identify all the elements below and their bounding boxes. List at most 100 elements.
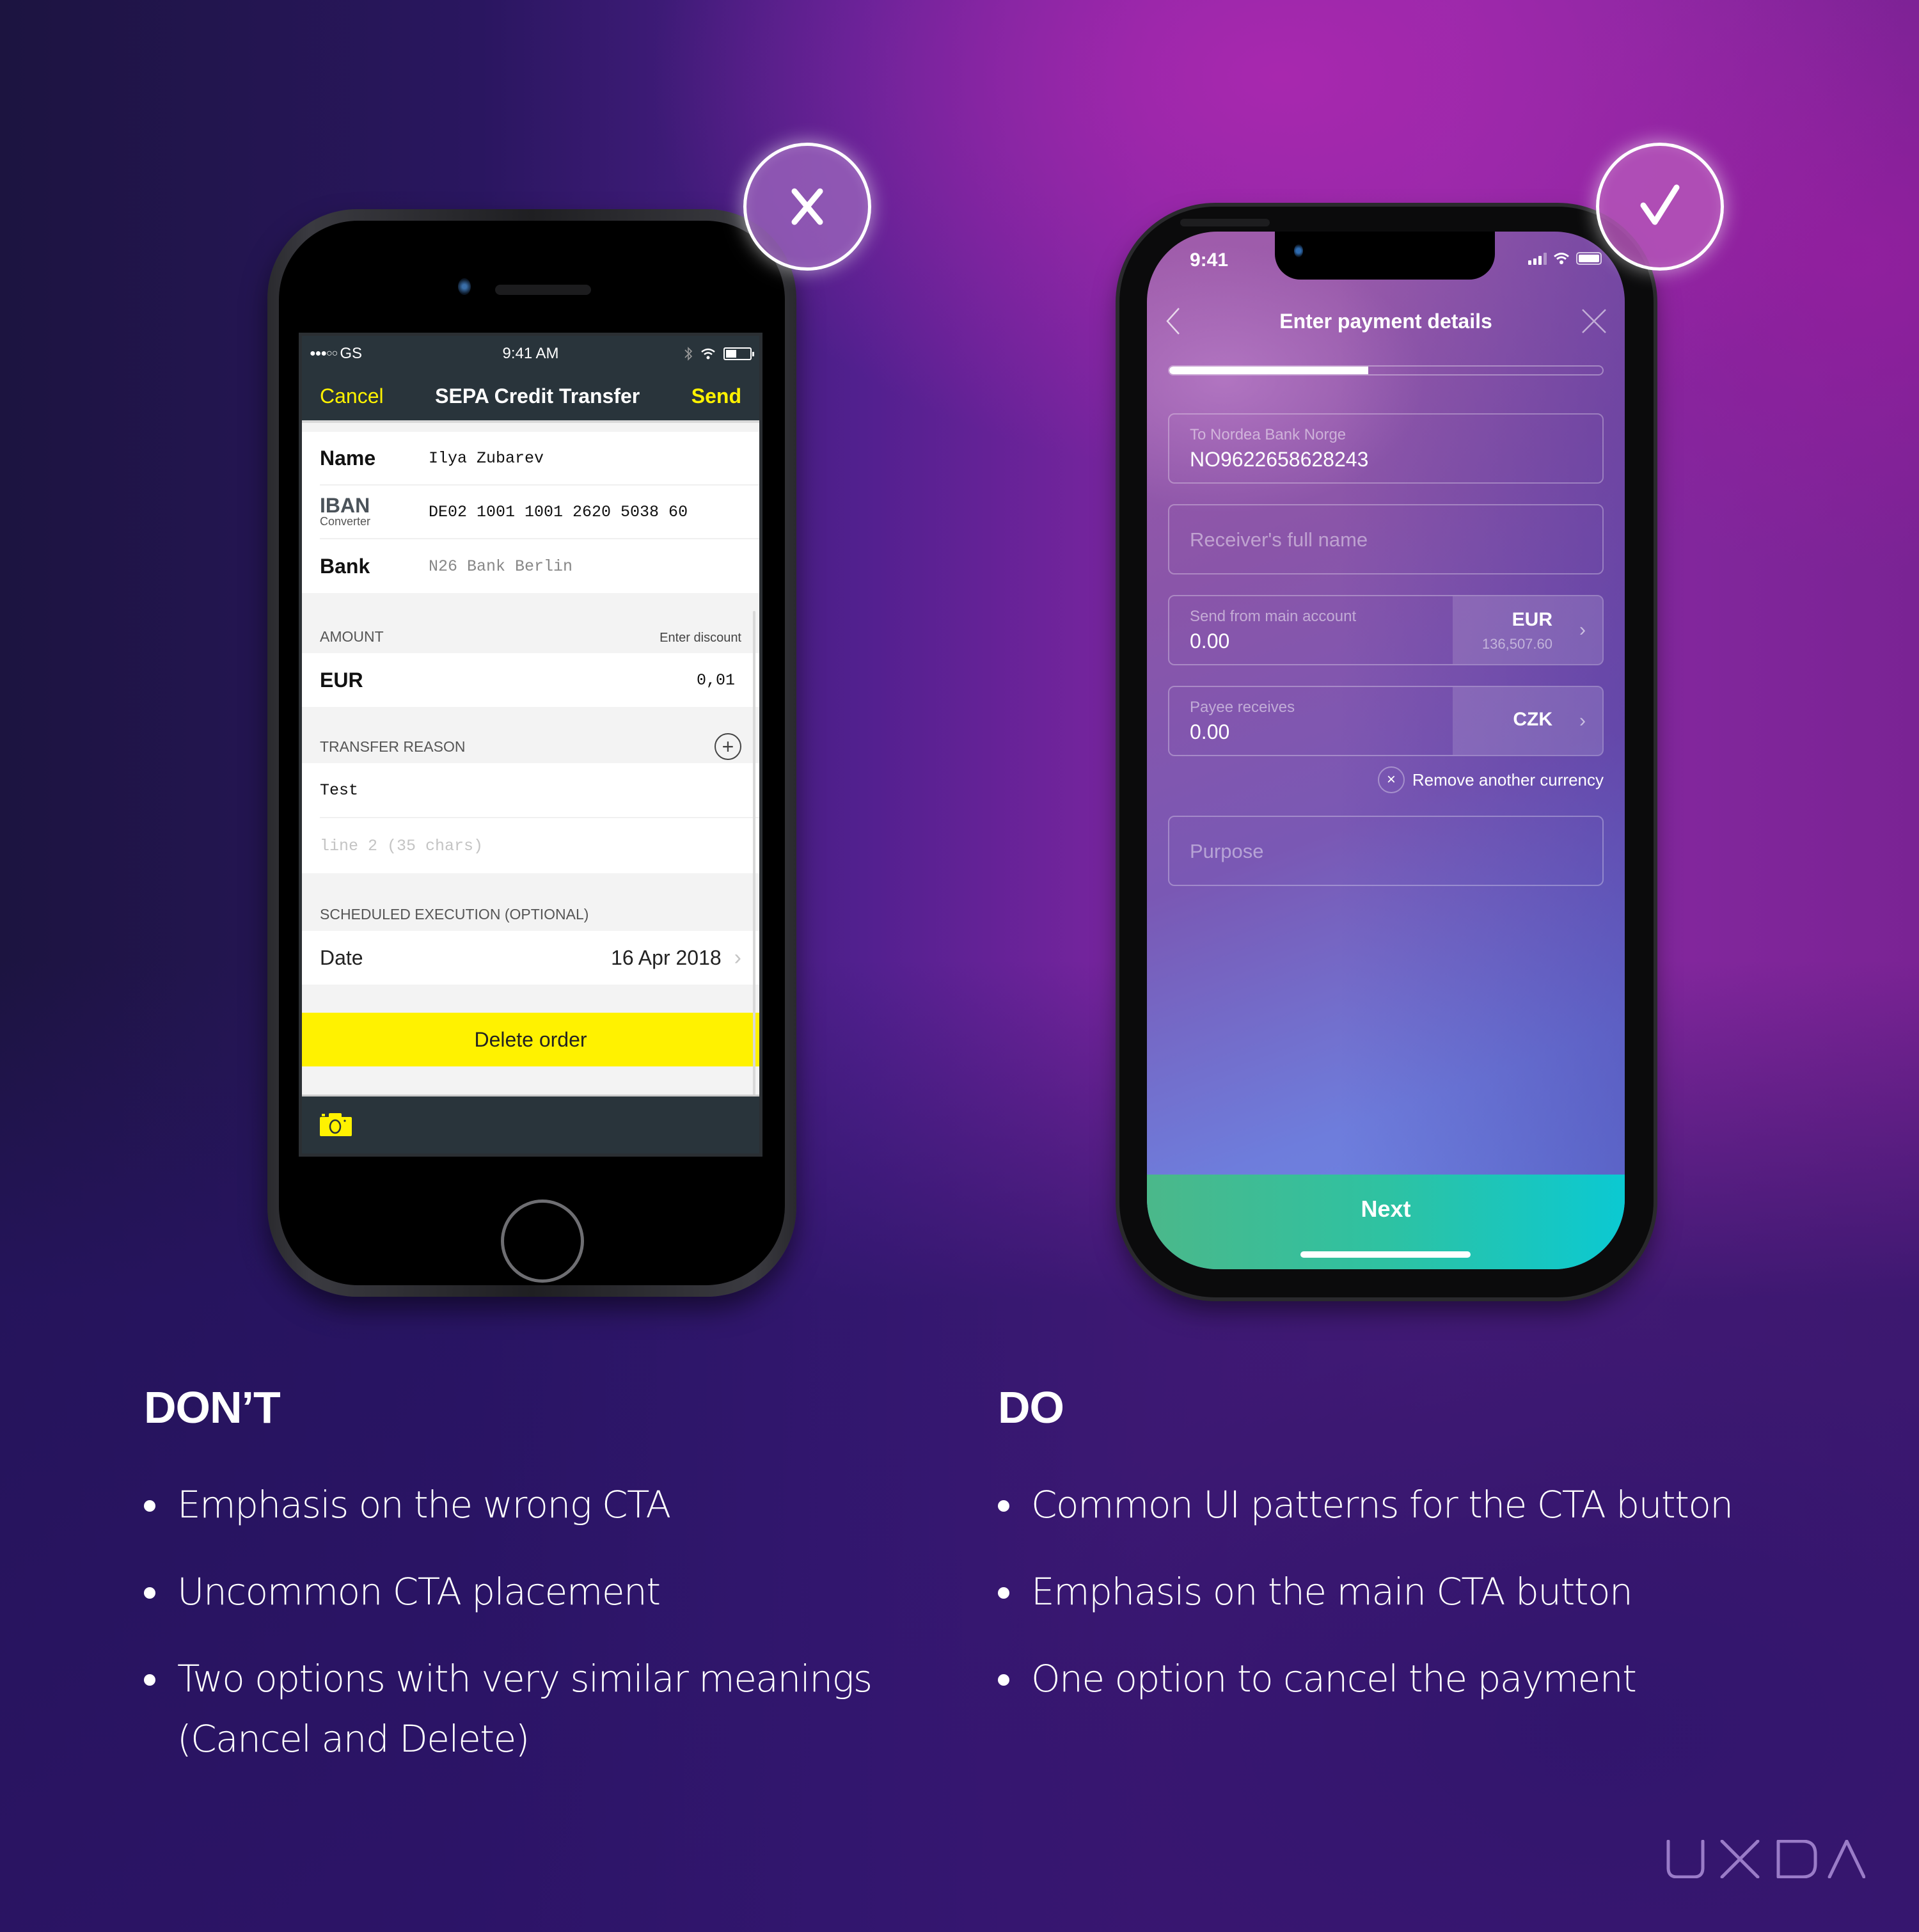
nav-bar: Cancel SEPA Credit Transfer Send [302, 372, 759, 423]
front-camera-icon [1294, 244, 1303, 257]
amount-section-label: AMOUNT [320, 628, 384, 645]
transfer-reason-header: TRANSFER REASON + [302, 707, 759, 763]
send-from-label: Send from main account [1190, 608, 1357, 625]
phone-do-screen: 9:41 Enter payment details To Nordea Ban… [1147, 232, 1625, 1269]
uxda-logo [1666, 1840, 1865, 1878]
screen-title: SEPA Credit Transfer [435, 384, 640, 408]
reason-line-1[interactable]: Test [320, 763, 759, 818]
notch [1275, 232, 1495, 280]
send-from-amount[interactable]: 0.00 [1190, 629, 1229, 653]
do-heading: DO [998, 1382, 1064, 1432]
screen-title: Enter payment details [1279, 309, 1492, 333]
cancel-button[interactable]: Cancel [320, 384, 384, 408]
do-list: Common UI patterns for the CTA button Em… [998, 1475, 1829, 1736]
payee-receives-amount[interactable]: 0.00 [1190, 720, 1229, 744]
dont-badge [743, 143, 871, 271]
list-item: Emphasis on the wrong CTA [144, 1475, 912, 1535]
battery-icon [1576, 252, 1602, 265]
status-time: 9:41 [1190, 249, 1229, 271]
earpiece-speaker [495, 285, 591, 295]
date-value: 16 Apr 2018 [611, 946, 722, 969]
name-value[interactable]: Ilya Zubarev [429, 449, 544, 468]
phone-dont-screen: ●●●○○ GS 9:41 AM Cancel SEPA Credit Tran… [299, 333, 762, 1157]
remove-x-icon: × [1377, 766, 1405, 793]
back-chevron-icon[interactable] [1164, 307, 1183, 335]
reason-line-2-placeholder[interactable]: line 2 (35 chars) [320, 837, 483, 855]
amount-currency: EUR [320, 668, 363, 692]
signal-dots-icon: ●●●○○ [310, 348, 338, 359]
send-currency-code: EUR [1512, 609, 1552, 630]
bank-row[interactable]: Bank N26 Bank Berlin [320, 539, 759, 593]
account-field[interactable]: To Nordea Bank Norge NO9622658628243 [1168, 413, 1604, 484]
payee-receives-field[interactable]: Payee receives 0.00 CZK › [1168, 686, 1604, 756]
close-icon[interactable] [1580, 307, 1608, 335]
list-item: Emphasis on the main CTA button [998, 1562, 1829, 1622]
camera-icon[interactable] [320, 1112, 352, 1136]
status-bar: ●●●○○ GS 9:41 AM [302, 336, 759, 372]
send-from-field[interactable]: Send from main account 0.00 EUR 136,507.… [1168, 595, 1604, 665]
scrollbar[interactable] [753, 611, 755, 1110]
bluetooth-icon [684, 347, 693, 361]
check-mark-icon [1640, 184, 1680, 225]
reason-line-2[interactable]: line 2 (35 chars) [320, 818, 759, 873]
receiver-name-input[interactable]: Receiver's full name [1168, 504, 1604, 574]
send-account-balance: 136,507.60 [1481, 636, 1552, 652]
date-row[interactable]: Date 16 Apr 2018 › [302, 931, 759, 985]
list-item: Uncommon CTA placement [144, 1562, 912, 1622]
name-row[interactable]: Name Ilya Zubarev [320, 432, 759, 486]
header: Enter payment details [1147, 296, 1625, 347]
payee-receives-label: Payee receives [1190, 699, 1295, 716]
account-field-value[interactable]: NO9622658628243 [1190, 448, 1368, 471]
send-button[interactable]: Send [691, 384, 741, 408]
account-field-label: To Nordea Bank Norge [1190, 426, 1346, 443]
x-mark-icon [791, 188, 823, 225]
remove-currency-button[interactable]: × Remove another currency [1377, 766, 1604, 793]
purpose-placeholder: Purpose [1190, 840, 1264, 862]
recipient-card: Name Ilya Zubarev IBAN Converter DE02 10… [302, 432, 759, 593]
send-currency-selector[interactable]: EUR 136,507.60 › [1453, 596, 1602, 664]
reason-line-1-value[interactable]: Test [320, 781, 358, 800]
add-reason-button[interactable]: + [715, 733, 741, 760]
wifi-icon [701, 348, 715, 360]
transfer-reason-label: TRANSFER REASON [320, 738, 466, 755]
purpose-input[interactable]: Purpose [1168, 816, 1604, 886]
enter-discount-link[interactable]: Enter discount [659, 631, 741, 645]
amount-row[interactable]: EUR 0,01 [302, 653, 759, 707]
receive-currency-code: CZK [1513, 709, 1552, 730]
bank-label: Bank [320, 554, 370, 578]
earpiece-speaker [1180, 219, 1270, 226]
iban-label[interactable]: IBAN Converter [320, 494, 429, 528]
iban-label-text: IBAN [320, 494, 370, 517]
status-icons [1528, 252, 1602, 265]
list-item: One option to cancel the payment [998, 1649, 1829, 1709]
iban-row[interactable]: IBAN Converter DE02 1001 1001 2620 5038 … [320, 486, 759, 539]
iban-value[interactable]: DE02 1001 1001 2620 5038 60 [429, 503, 688, 521]
transfer-reason-card: Test line 2 (35 chars) [302, 763, 759, 873]
receive-currency-selector[interactable]: CZK › [1453, 687, 1602, 755]
spacer [302, 423, 759, 432]
scheduled-label: SCHEDULED EXECUTION (OPTIONAL) [320, 906, 589, 922]
do-badge [1596, 143, 1724, 271]
receiver-name-placeholder: Receiver's full name [1190, 528, 1368, 551]
dont-list: Emphasis on the wrong CTA Uncommon CTA p… [144, 1475, 912, 1796]
home-indicator[interactable] [1300, 1251, 1471, 1258]
iban-converter-link[interactable]: Converter [320, 515, 429, 528]
front-camera-icon [458, 278, 471, 295]
chevron-right-icon: › [1579, 710, 1586, 731]
home-button[interactable] [501, 1200, 584, 1283]
delete-order-button[interactable]: Delete order [302, 1013, 759, 1066]
date-label: Date [320, 946, 363, 969]
chevron-right-icon: › [734, 945, 741, 970]
step-progress-bar [1168, 365, 1604, 376]
list-item: Common UI patterns for the CTA button [998, 1475, 1829, 1535]
dont-heading: DON’T [144, 1382, 281, 1432]
scheduled-header: SCHEDULED EXECUTION (OPTIONAL) [302, 873, 759, 931]
carrier-label: GS [340, 345, 363, 362]
bank-value[interactable]: N26 Bank Berlin [429, 557, 573, 576]
chevron-right-icon: › [1579, 619, 1586, 640]
name-label: Name [320, 446, 376, 470]
amount-section-header: AMOUNT Enter discount [302, 593, 759, 653]
signal-icon [1528, 252, 1547, 265]
amount-input[interactable]: 0,01 [697, 671, 735, 690]
wifi-icon [1554, 253, 1569, 264]
